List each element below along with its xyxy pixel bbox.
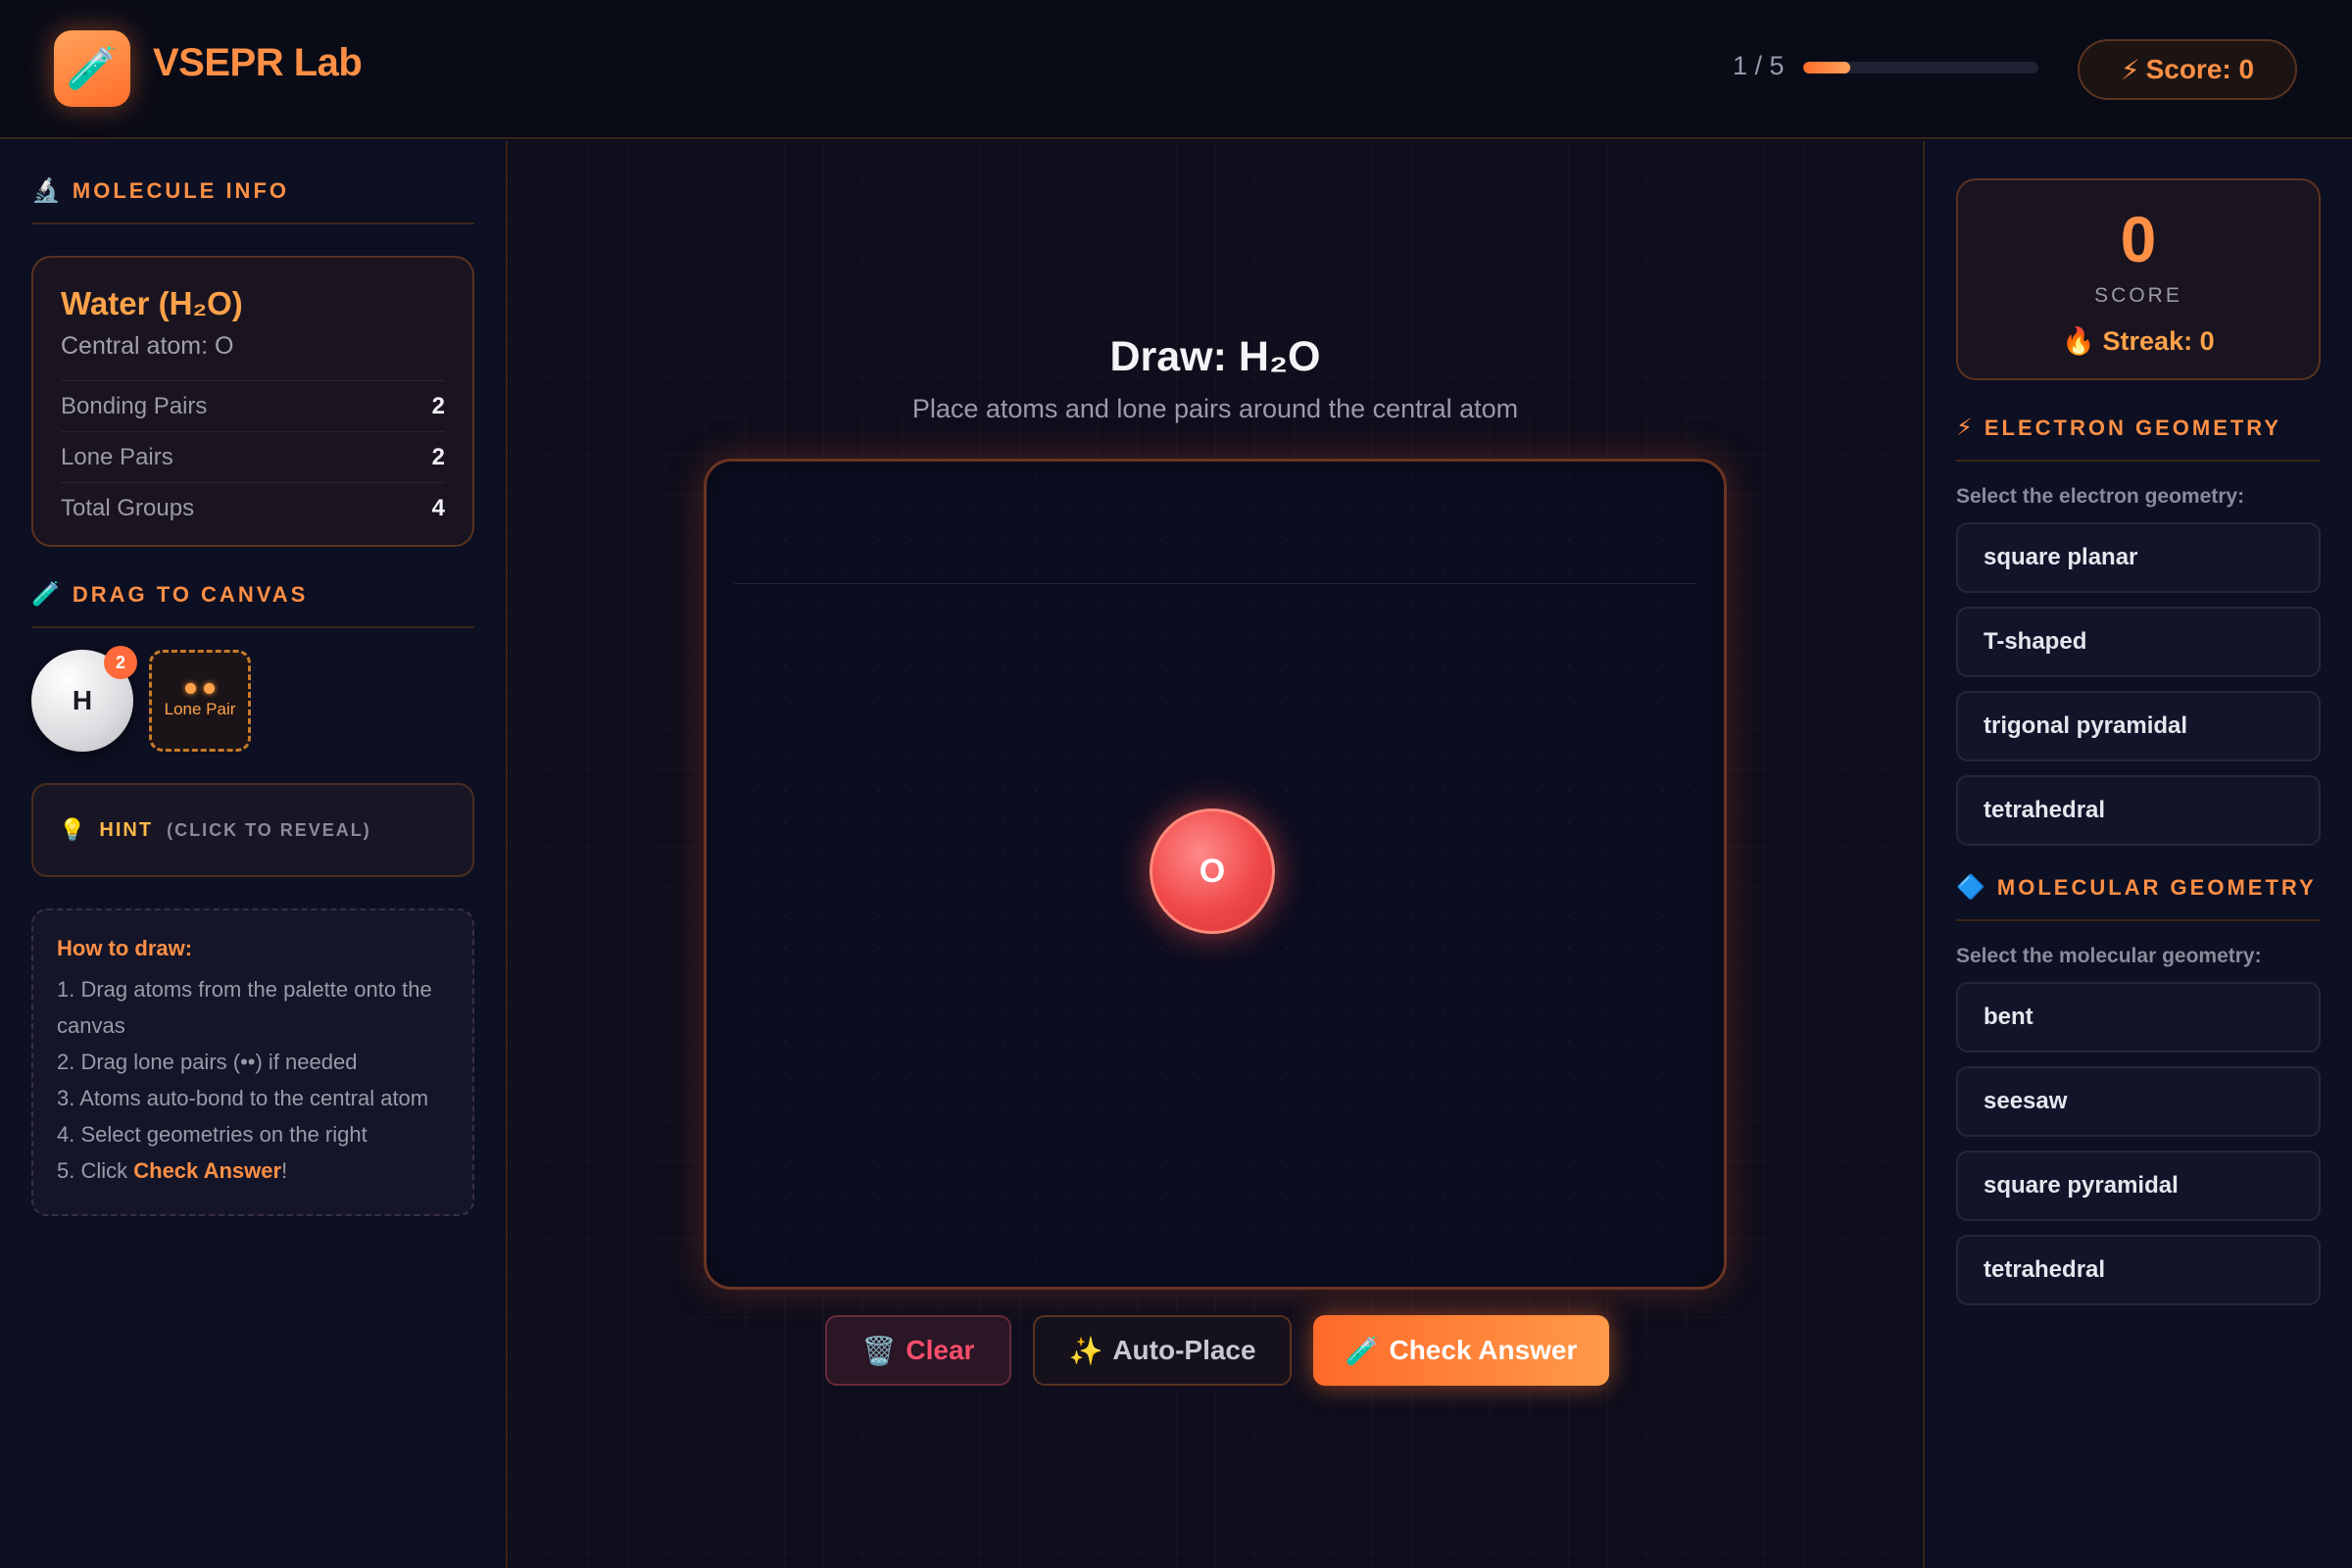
sparkles-icon: ✨ [1068, 1335, 1103, 1366]
progress-bar [1803, 62, 2038, 74]
clear-button-label: Clear [906, 1335, 975, 1365]
hydrogen-atom-draggable[interactable]: H 2 [31, 646, 137, 752]
how-to-step: 2. Drag lone pairs (••) if needed [57, 1050, 358, 1074]
electron-geometry-heading: ⚡ Electron Geometry [1956, 414, 2321, 462]
flask-icon: 🧪 [1345, 1335, 1380, 1366]
flask-logo-icon: 🧪 [54, 30, 130, 107]
info-row-label: Bonding Pairs [61, 392, 208, 419]
info-row-lone-pairs: Lone Pairs 2 [61, 431, 445, 482]
how-to-step: 1. Drag atoms from the palette onto the … [57, 977, 432, 1038]
how-to-title: How to draw: [57, 936, 193, 960]
info-row-value: 4 [431, 494, 445, 521]
lightbulb-icon: 💡 [59, 817, 86, 842]
how-to-step: 3. Atoms auto-bond to the central atom [57, 1086, 429, 1110]
molecular-geometry-heading-text: Molecular Geometry [1996, 874, 2317, 900]
auto-place-button[interactable]: ✨ Auto-Place [1033, 1315, 1292, 1386]
hint-sub-label: (CLICK TO REVEAL) [167, 819, 371, 840]
lightning-icon: ⚡ [2120, 54, 2140, 85]
molecule-name: Water (H₂O) [61, 285, 243, 321]
check-answer-button[interactable]: 🧪 Check Answer [1313, 1315, 1609, 1386]
how-to-draw-box: How to draw: 1. Drag atoms from the pale… [31, 908, 474, 1216]
lone-pair-dots-icon [185, 682, 215, 694]
electron-geometry-option[interactable]: T-shaped [1956, 607, 2321, 677]
electron-geometry-option[interactable]: trigonal pyramidal [1956, 691, 2321, 761]
progress-counter: 1 / 5 [1733, 51, 1785, 80]
score-pill: ⚡ Score: 0 [2078, 39, 2297, 100]
hint-reveal-button[interactable]: 💡 HINT (CLICK TO REVEAL) [31, 783, 474, 877]
molecular-geometry-option[interactable]: tetrahedral [1956, 1235, 2321, 1305]
info-row-label: Lone Pairs [61, 443, 173, 470]
score-value: 0 [2120, 203, 2157, 275]
molecular-geometry-option[interactable]: square pyramidal [1956, 1151, 2321, 1221]
how-to-step-prefix: 5. Click [57, 1158, 134, 1183]
molecular-geometry-option[interactable]: seesaw [1956, 1066, 2321, 1137]
score-label: SCORE [2094, 284, 2182, 307]
check-answer-button-label: Check Answer [1389, 1335, 1578, 1365]
atom-palette: H 2 Lone Pair [31, 646, 474, 752]
diamond-icon: 🔷 [1956, 874, 1985, 901]
how-to-step: 4. Select geometries on the right [57, 1122, 368, 1147]
left-panel: 🔬 Molecule Info Water (H₂O) Central atom… [0, 141, 508, 1568]
hint-label: HINT [99, 818, 154, 841]
score-card: 0 SCORE 🔥 Streak: 0 [1956, 178, 2321, 380]
workspace: Draw: H₂O Place atoms and lone pairs aro… [510, 141, 1921, 1568]
electron-geometry-option[interactable]: tetrahedral [1956, 775, 2321, 846]
electron-geometry-heading-text: Electron Geometry [1984, 415, 2282, 440]
progress-fill [1803, 62, 1850, 74]
how-to-step: 5. Click Check Answer! [57, 1152, 449, 1189]
atom-symbol: H [72, 685, 93, 715]
central-atom-oxygen[interactable]: O [1150, 808, 1275, 934]
how-to-step-bold: Check Answer [133, 1158, 282, 1183]
info-row-label: Total Groups [61, 494, 195, 521]
auto-place-button-label: Auto-Place [1112, 1335, 1256, 1365]
atom-count-badge: 2 [104, 646, 137, 679]
how-to-step-suffix: ! [281, 1158, 288, 1183]
drawing-canvas[interactable]: O [704, 459, 1727, 1290]
molecular-geometry-heading: 🔷 Molecular Geometry [1956, 873, 2321, 921]
electron-geometry-prompt: Select the electron geometry: [1956, 485, 2245, 508]
streak-counter: 🔥 Streak: 0 [2062, 325, 2214, 357]
streak-label: Streak: 0 [2102, 326, 2215, 356]
info-row-value: 2 [431, 392, 445, 419]
info-row-total-groups: Total Groups 4 [61, 482, 445, 533]
lone-pair-label: Lone Pair [164, 699, 236, 718]
fire-icon: 🔥 [2062, 326, 2096, 356]
molecule-info-heading: 🔬 Molecule Info [31, 176, 474, 224]
molecular-geometry-prompt: Select the molecular geometry: [1956, 945, 2262, 967]
microscope-icon: 🔬 [31, 177, 61, 204]
palette-heading-text: Drag to Canvas [72, 581, 309, 607]
test-tube-icon: 🧪 [31, 581, 61, 608]
trash-icon: 🗑️ [861, 1335, 897, 1366]
molecule-info-card: Water (H₂O) Central atom: O Bonding Pair… [31, 256, 474, 547]
molecule-info-heading-text: Molecule Info [72, 177, 289, 203]
palette-heading: 🧪 Drag to Canvas [31, 580, 474, 628]
electron-geometry-option[interactable]: square planar [1956, 522, 2321, 593]
action-buttons: 🗑️ Clear ✨ Auto-Place 🧪 Check Answer [825, 1315, 1609, 1386]
molecular-geometry-option[interactable]: bent [1956, 982, 2321, 1053]
canvas-divider [734, 583, 1696, 584]
info-row-value: 2 [431, 443, 445, 470]
score-pill-label: Score: 0 [2145, 54, 2255, 84]
clear-button[interactable]: 🗑️ Clear [825, 1315, 1011, 1386]
top-bar: 🧪 VSEPR Lab 1 / 5 ⚡ Score: 0 [0, 0, 2352, 139]
central-atom-label: Central atom: O [61, 332, 234, 360]
right-panel: 0 SCORE 🔥 Streak: 0 ⚡ Electron Geometry … [1923, 141, 2352, 1568]
draw-subtitle: Place atoms and lone pairs around the ce… [911, 394, 1519, 423]
app-title: VSEPR Lab [153, 41, 363, 84]
central-atom-symbol: O [1199, 852, 1226, 890]
info-row-bonding-pairs: Bonding Pairs 2 [61, 380, 445, 431]
lightning-icon: ⚡ [1956, 415, 1973, 441]
draw-title: Draw: H₂O [1109, 333, 1321, 380]
lone-pair-draggable[interactable]: Lone Pair [149, 650, 251, 752]
